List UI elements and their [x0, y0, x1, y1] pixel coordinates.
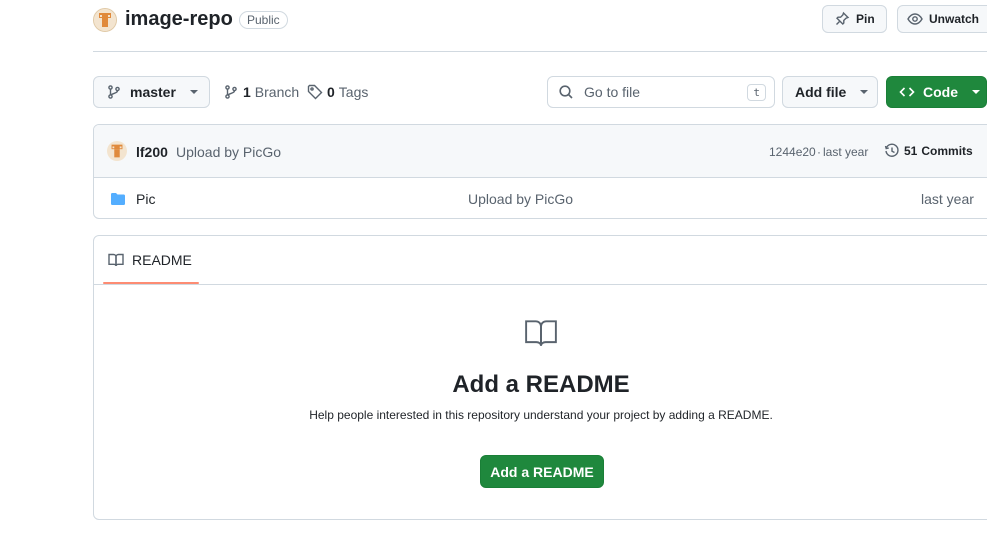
add-readme-button[interactable]: Add a README — [480, 455, 604, 488]
readme-title: Add a README — [452, 371, 630, 398]
branch-name: master — [130, 84, 176, 100]
shortcut-key: t — [747, 83, 766, 101]
file-row[interactable]: Pic Upload by PicGo last year — [94, 178, 987, 218]
git-branch-icon — [106, 84, 122, 100]
commits-count: 51 — [904, 144, 918, 158]
header-divider — [93, 51, 987, 52]
git-branch-icon — [223, 84, 239, 100]
tab-readme-label: README — [132, 252, 192, 268]
unwatch-label: Unwatch — [929, 12, 980, 26]
add-file-button[interactable]: Add file — [782, 76, 878, 108]
unwatch-button[interactable]: Unwatch — [897, 5, 987, 33]
file-name[interactable]: Pic — [136, 191, 155, 207]
tag-icon — [307, 84, 323, 100]
code-label: Code — [923, 84, 958, 100]
commit-message[interactable]: Upload by PicGo — [176, 144, 281, 160]
branch-label: Branch — [254, 84, 300, 100]
search-icon — [558, 84, 574, 100]
eye-icon — [907, 11, 923, 27]
file-commit-message[interactable]: Upload by PicGo — [468, 191, 573, 207]
chevron-down-icon — [972, 90, 980, 94]
code-button[interactable]: Code — [886, 76, 987, 108]
owner-avatar[interactable] — [93, 8, 117, 32]
commits-history-link[interactable]: 51 Commits — [884, 143, 973, 159]
book-icon — [108, 252, 124, 268]
pin-button[interactable]: Pin — [822, 5, 887, 33]
commit-time: last year — [823, 145, 869, 159]
pin-icon — [834, 11, 850, 27]
tab-readme[interactable]: README — [108, 252, 192, 268]
tags-link[interactable]: 0 Tags — [307, 84, 368, 100]
add-readme-label: Add a README — [490, 463, 594, 480]
tag-label: Tags — [338, 84, 369, 100]
tab-divider — [94, 284, 987, 285]
latest-commit-row: lf200 Upload by PicGo 1244e20 · last yea… — [94, 125, 987, 178]
chevron-down-icon — [860, 90, 869, 94]
commit-separator: · — [817, 145, 821, 159]
branches-link[interactable]: 1 Branch — [223, 84, 299, 100]
branch-count: 1 — [243, 84, 251, 100]
commits-label: Commits — [921, 144, 973, 158]
commit-author[interactable]: lf200 — [136, 144, 168, 160]
go-to-file-input[interactable]: Go to file t — [547, 76, 775, 108]
readme-panel: README Add a README Help people interest… — [93, 235, 987, 520]
repo-name[interactable]: image-repo — [125, 8, 233, 31]
branch-select-button[interactable]: master — [93, 76, 210, 108]
tag-count: 0 — [327, 84, 335, 100]
author-avatar[interactable] — [107, 141, 127, 161]
book-icon — [524, 318, 558, 348]
code-icon — [899, 84, 915, 100]
chevron-down-icon — [189, 90, 198, 94]
history-icon — [884, 143, 900, 159]
visibility-badge: Public — [239, 11, 288, 29]
pin-label: Pin — [856, 12, 875, 26]
commit-sha[interactable]: 1244e20 — [769, 145, 816, 159]
file-commit-time: last year — [921, 191, 974, 207]
readme-description: Help people interested in this repositor… — [309, 408, 773, 422]
go-to-file-placeholder: Go to file — [584, 84, 641, 100]
file-listing: lf200 Upload by PicGo 1244e20 · last yea… — [93, 124, 987, 219]
add-file-label: Add file — [795, 84, 847, 100]
folder-icon — [110, 191, 126, 207]
